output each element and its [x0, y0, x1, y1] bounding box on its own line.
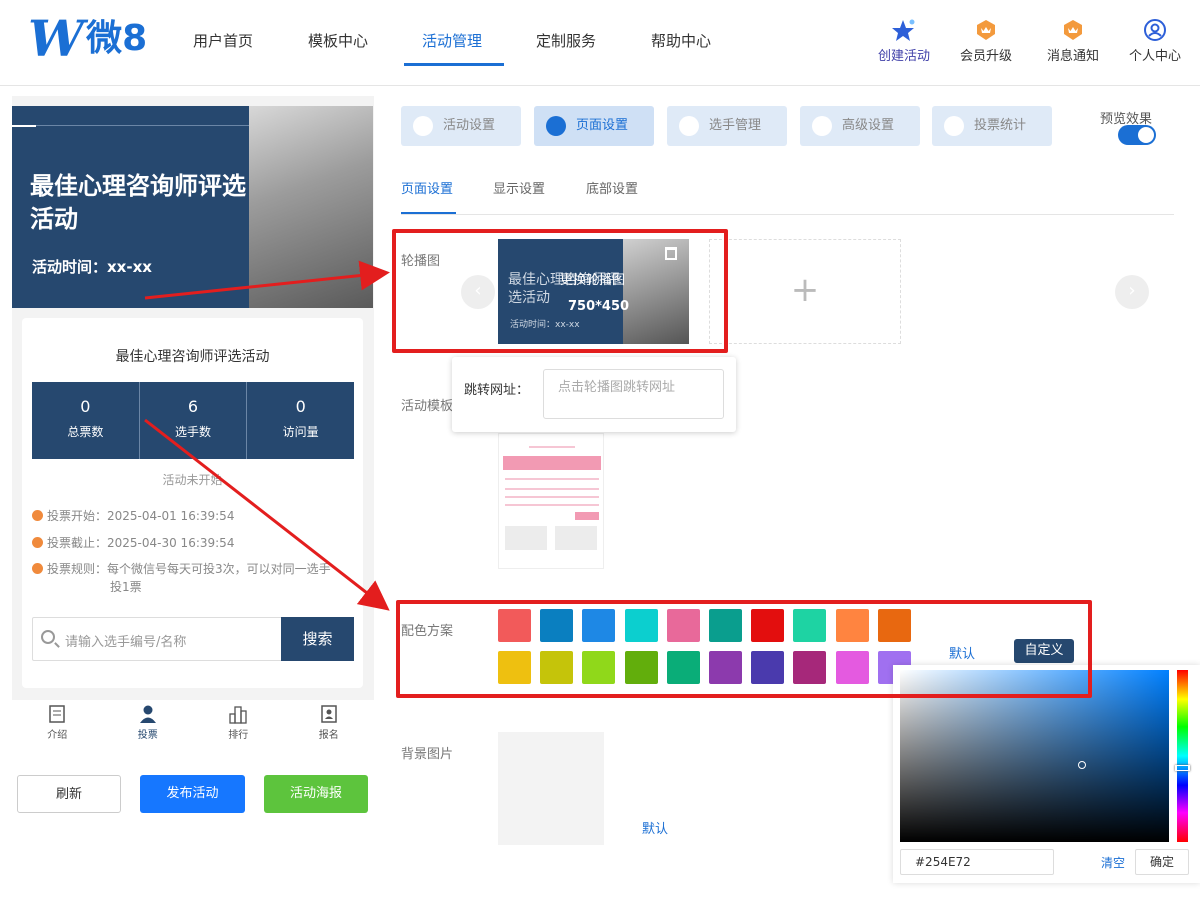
arrow-to-colors — [144, 418, 390, 611]
annotation-arrows — [144, 260, 390, 611]
arrow-to-carousel — [144, 260, 390, 300]
